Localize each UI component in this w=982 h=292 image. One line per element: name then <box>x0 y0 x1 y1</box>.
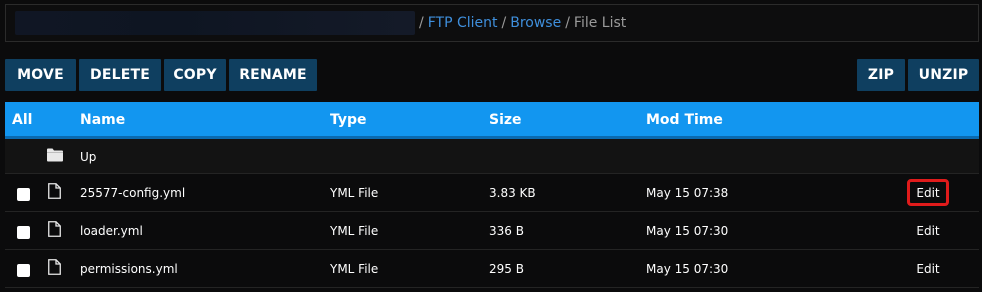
file-size: 3.83 KB <box>489 186 536 200</box>
table-row: permissions.yml YML File 295 B May 15 07… <box>5 250 979 288</box>
folder-icon <box>47 148 63 165</box>
breadcrumb-separator: / <box>565 15 570 31</box>
file-mod-time: May 15 07:30 <box>646 224 729 238</box>
file-type: YML File <box>330 186 379 200</box>
edit-button[interactable]: Edit <box>907 217 949 244</box>
up-label[interactable]: Up <box>80 150 96 164</box>
delete-button[interactable]: DELETE <box>79 59 161 91</box>
file-table: All Name Type Size Mod Time Up 25577-con… <box>5 102 979 288</box>
mod-time-column-header[interactable]: Mod Time <box>646 112 723 128</box>
breadcrumb-separator: / <box>501 15 507 31</box>
breadcrumb-current: File List <box>573 15 627 31</box>
redacted-path <box>15 11 415 35</box>
file-type: YML File <box>330 224 379 238</box>
file-mod-time: May 15 07:38 <box>646 186 729 200</box>
file-size: 336 B <box>489 224 524 238</box>
type-column-header[interactable]: Type <box>330 112 367 128</box>
move-button[interactable]: MOVE <box>5 59 76 91</box>
file-mod-time: May 15 07:30 <box>646 262 729 276</box>
table-row: loader.yml YML File 336 B May 15 07:30 E… <box>5 212 979 250</box>
breadcrumb-ftp-client-link[interactable]: FTP Client <box>428 15 498 31</box>
unzip-button[interactable]: UNZIP <box>908 59 979 91</box>
breadcrumb: / FTP Client / Browse / File List <box>5 4 979 42</box>
up-row[interactable]: Up <box>5 139 979 174</box>
file-icon <box>48 221 61 240</box>
file-size: 295 B <box>489 262 524 276</box>
zip-button[interactable]: ZIP <box>857 59 905 91</box>
row-checkbox[interactable] <box>17 226 30 239</box>
toolbar: MOVE DELETE COPY RENAME ZIP UNZIP <box>5 59 979 91</box>
edit-button[interactable]: Edit <box>907 179 949 206</box>
table-row: 25577-config.yml YML File 3.83 KB May 15… <box>5 174 979 212</box>
rename-button[interactable]: RENAME <box>229 59 317 91</box>
copy-button[interactable]: COPY <box>164 59 226 91</box>
edit-button[interactable]: Edit <box>907 255 949 282</box>
select-all-header[interactable]: All <box>12 112 32 128</box>
row-checkbox[interactable] <box>17 264 30 277</box>
file-icon <box>48 259 61 278</box>
row-checkbox[interactable] <box>17 188 30 201</box>
file-type: YML File <box>330 262 379 276</box>
file-name[interactable]: loader.yml <box>80 224 143 238</box>
breadcrumb-separator: / <box>419 15 424 31</box>
size-column-header[interactable]: Size <box>489 112 522 128</box>
breadcrumb-browse-link[interactable]: Browse <box>510 15 561 31</box>
file-name[interactable]: 25577-config.yml <box>80 186 185 200</box>
file-icon <box>48 183 61 202</box>
name-column-header[interactable]: Name <box>80 112 125 128</box>
table-header: All Name Type Size Mod Time <box>5 102 979 139</box>
file-name[interactable]: permissions.yml <box>80 262 178 276</box>
